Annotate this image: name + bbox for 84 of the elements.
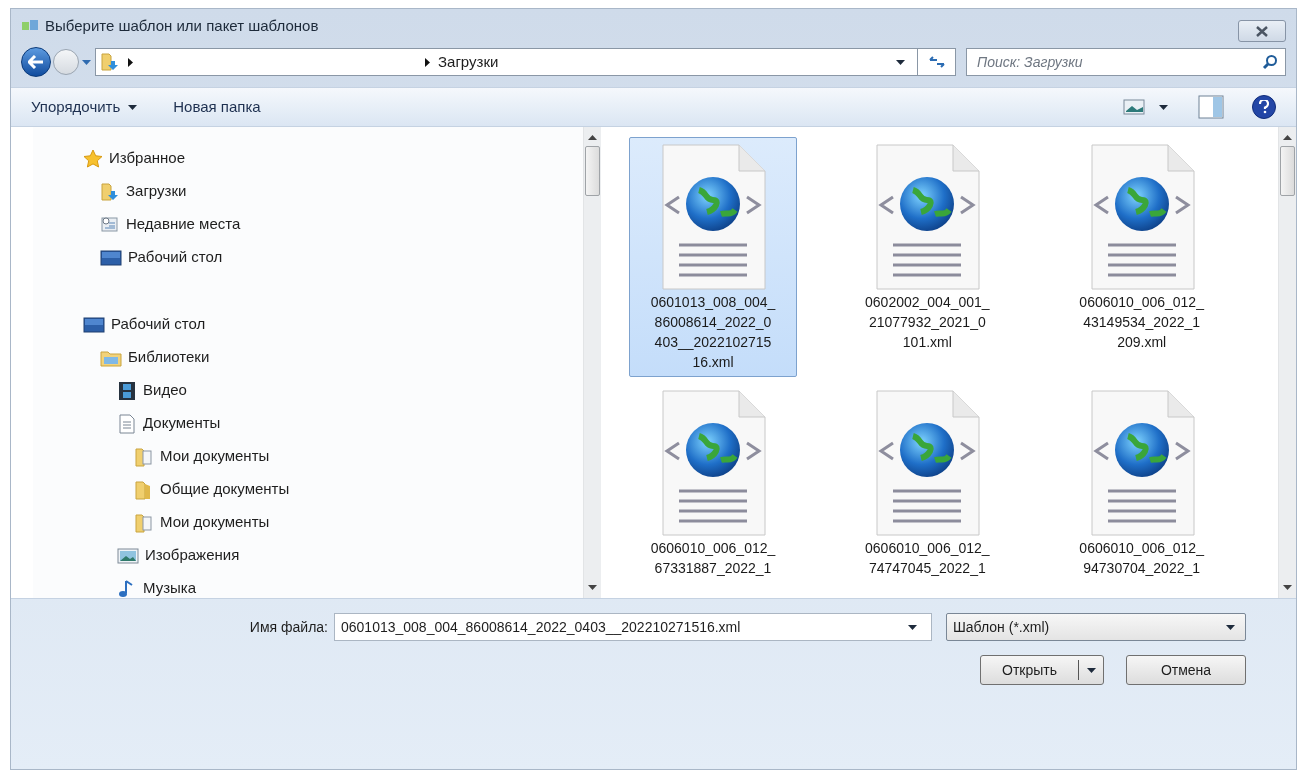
file-name: 0606010_006_012_ (865, 539, 990, 558)
search-icon (1262, 54, 1278, 70)
close-button[interactable] (1238, 20, 1286, 42)
caret-icon (896, 59, 905, 65)
caret-icon (1226, 624, 1235, 630)
scrollbar[interactable] (583, 127, 601, 598)
scrollbar-thumb[interactable] (585, 146, 600, 196)
file-name: 16.xml (692, 353, 734, 372)
folder-icon (134, 446, 154, 467)
file-name: 0606010_006_012_ (1079, 539, 1204, 558)
preview-pane-button[interactable] (1198, 95, 1224, 119)
toolbar-button[interactable]: Новая папка (173, 95, 261, 119)
folder-download-icon (100, 52, 120, 72)
file-name: 74747045_2022_1 (868, 559, 986, 578)
filename-label: Имя файла: (249, 617, 328, 637)
caret-icon (908, 624, 917, 630)
file-item[interactable]: 0602002_004_001_ 21077932_2021_0 101.xml (843, 137, 1012, 377)
file-item[interactable]: 0601013_008_004_ 86008614_2022_0 403__2022102715 16.xml (629, 137, 797, 377)
file-name: 0606010_006_012_ (650, 539, 776, 558)
file-name: 403__2022102715 (654, 333, 772, 352)
chevron-icon (425, 57, 430, 67)
file-item[interactable]: 0606010_006_012_ 43149534_2022_1 209.xml (1057, 137, 1226, 377)
scroll-down-icon (588, 585, 597, 590)
file-name: 209.xml (1117, 333, 1167, 352)
file-name: 43149534_2022_1 (1083, 313, 1201, 332)
arrow-left-icon (28, 55, 44, 69)
close-icon (1255, 25, 1269, 37)
file-name: 67331887_2022_1 (654, 559, 772, 578)
desktop-icon (100, 248, 122, 267)
address-field[interactable]: Загрузки (95, 48, 956, 76)
document-icon (117, 413, 137, 434)
breadcrumb-item[interactable]: Загрузки (438, 50, 499, 74)
recent-places-icon (100, 214, 120, 235)
file-type-select[interactable]: Шаблон (*.xml) (946, 613, 1246, 641)
nav-tree-item[interactable]: Мои документы (160, 445, 270, 468)
nav-tree-item[interactable]: Общие документы (160, 478, 290, 501)
scroll-down-icon (1283, 585, 1292, 590)
refresh-arrows-icon (927, 55, 946, 69)
scroll-up-icon (1283, 135, 1292, 140)
nav-tree-item[interactable]: Видео (143, 379, 187, 402)
file-name: 0601013_008_004_ (650, 293, 776, 312)
nav-tree-item[interactable]: Недавние места (126, 213, 241, 236)
file-name: 86008614_2022_0 (654, 313, 772, 332)
scrollbar[interactable] (1278, 127, 1296, 598)
file-name: 101.xml (902, 333, 952, 352)
filename-field[interactable]: 0601013_008_004_86008614_2022_0403__202210271516.xml (334, 613, 932, 641)
toolbar-button[interactable]: Упорядочить (31, 95, 138, 119)
app-icon (21, 19, 39, 33)
file-item[interactable]: 0606010_006_012_ 74747045_2022_1 (843, 383, 1012, 583)
scrollbar-thumb[interactable] (1280, 146, 1295, 196)
caret-icon (1159, 104, 1168, 110)
nav-tree-item[interactable]: Мои документы (160, 511, 270, 534)
caret-icon (1086, 667, 1096, 673)
file-name: 0606010_006_012_ (1079, 293, 1204, 312)
nav-tree-item[interactable]: Рабочий стол (111, 313, 206, 336)
file-item[interactable]: 0606010_006_012_ 67331887_2022_1 (629, 383, 797, 583)
question-mark-icon (1259, 100, 1269, 114)
desktop-icon (83, 315, 105, 334)
film-icon (117, 380, 137, 401)
nav-tree-item[interactable]: Изображения (145, 544, 240, 567)
caret-icon (81, 59, 91, 65)
help-button[interactable] (1252, 95, 1276, 119)
file-name: 0602002_004_001_ (865, 293, 990, 312)
nav-tree-item[interactable]: Музыка (143, 577, 197, 598)
back-button[interactable] (21, 47, 51, 77)
window-title: Выберите шаблон или пакет шаблонов (45, 15, 319, 36)
nav-tree-item[interactable]: Библиотеки (128, 346, 210, 369)
star-icon (83, 148, 103, 169)
file-name: 94730704_2022_1 (1083, 559, 1201, 578)
picture-icon (117, 546, 139, 565)
file-name: 21077932_2021_0 (868, 313, 986, 332)
nav-tree-item[interactable]: Избранное (109, 147, 186, 170)
search-field[interactable]: Поиск: Загрузки (966, 48, 1286, 76)
scroll-up-icon (588, 135, 597, 140)
view-options-button[interactable] (1123, 99, 1168, 115)
nav-tree-item[interactable]: Документы (143, 412, 221, 435)
folder-icon (134, 512, 154, 533)
nav-tree-item[interactable]: Загрузки (126, 180, 187, 203)
folder-download-icon (100, 181, 120, 202)
nav-tree-item[interactable]: Рабочий стол (128, 246, 223, 269)
cancel-button[interactable]: Отмена (1126, 655, 1246, 685)
chevron-icon (128, 57, 133, 67)
file-item[interactable]: 0606010_006_012_ 94730704_2022_1 (1057, 383, 1226, 583)
open-button[interactable]: Открыть (980, 655, 1104, 685)
